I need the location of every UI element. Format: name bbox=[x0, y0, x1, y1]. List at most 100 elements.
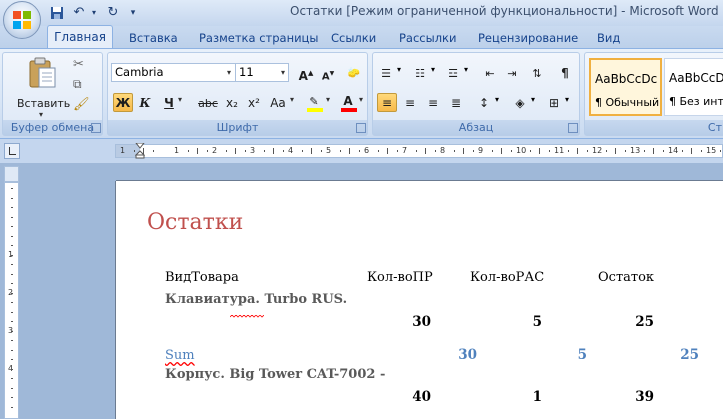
bullets-icon[interactable]: ☰ bbox=[376, 63, 396, 82]
show-formatting-button[interactable]: ¶ bbox=[555, 63, 575, 82]
style-normal[interactable]: AaBbCcDc ¶ Обычный bbox=[589, 58, 662, 116]
tab-page-layout[interactable]: Разметка страницы bbox=[199, 28, 318, 48]
tab-review[interactable]: Рецензирование bbox=[478, 28, 578, 48]
paragraph-label-text: Абзац bbox=[458, 121, 494, 134]
cut-icon[interactable]: ✂ bbox=[73, 57, 84, 72]
copy-icon[interactable]: ⧉ bbox=[73, 77, 82, 92]
bold-button[interactable]: Ж bbox=[113, 93, 133, 112]
font-family-select[interactable]: Cambria bbox=[111, 63, 237, 82]
borders-dropdown-icon[interactable]: ▾ bbox=[565, 95, 569, 104]
ruler-tick-label: 7 bbox=[402, 146, 408, 155]
ruler-tick-mark bbox=[539, 148, 540, 154]
paragraph-group-label: Абзац bbox=[373, 120, 579, 135]
multilevel-dropdown-icon[interactable]: ▾ bbox=[464, 65, 468, 74]
clipboard-label-text: Буфер обмена bbox=[10, 121, 95, 134]
font-color-button[interactable]: A bbox=[338, 91, 358, 112]
clipboard-group: Вставить ▾ ✂ ⧉ 🖌 Буфер обмена bbox=[2, 52, 103, 136]
sum-qty-in: 30 bbox=[458, 347, 477, 363]
borders-icon[interactable]: ⊞ bbox=[544, 93, 564, 112]
format-painter-icon[interactable]: 🖌 bbox=[73, 97, 90, 112]
font-label-text: Шрифт bbox=[216, 121, 259, 134]
ruler-tick-mark bbox=[586, 150, 588, 152]
font-color-dropdown-icon[interactable]: ▾ bbox=[359, 95, 363, 104]
vertical-ruler[interactable]: 1234 bbox=[4, 182, 19, 419]
numbering-dropdown-icon[interactable]: ▾ bbox=[431, 65, 435, 74]
line-spacing-icon[interactable]: ↕ bbox=[474, 93, 494, 112]
increase-indent-icon[interactable]: ⇥ bbox=[502, 63, 522, 82]
change-case-button[interactable]: Aa bbox=[266, 93, 290, 112]
indent-marker-icon[interactable] bbox=[135, 143, 145, 159]
vruler-tick-mark bbox=[11, 197, 13, 199]
tab-stop-selector[interactable] bbox=[4, 143, 20, 159]
ruler-tick-mark bbox=[301, 150, 303, 152]
shrink-font-button[interactable]: A▼ bbox=[318, 63, 338, 82]
highlight-dropdown-icon[interactable]: ▾ bbox=[326, 95, 330, 104]
ruler-tick-mark bbox=[377, 150, 379, 152]
superscript-button[interactable]: x² bbox=[244, 93, 264, 112]
font-launcher-icon[interactable] bbox=[356, 123, 366, 133]
ruler-tick-mark bbox=[349, 148, 350, 154]
numbering-icon[interactable]: ☷ bbox=[410, 63, 430, 82]
justify-icon[interactable]: ≣ bbox=[446, 93, 466, 112]
vruler-tick-mark bbox=[11, 188, 13, 189]
tab-home[interactable]: Главная bbox=[47, 25, 113, 48]
ruler-tick-mark bbox=[197, 148, 198, 154]
underline-dropdown-icon[interactable]: ▾ bbox=[178, 95, 182, 104]
qat-customize-icon[interactable]: ▾ bbox=[124, 4, 142, 22]
header-product-type: ВидТовара bbox=[165, 270, 239, 285]
vruler-tick-mark bbox=[11, 207, 13, 208]
paste-button[interactable]: Вставить ▾ bbox=[17, 57, 70, 119]
paste-label: Вставить bbox=[17, 97, 71, 110]
tab-view[interactable]: Вид bbox=[597, 28, 620, 48]
header-qty-out: Кол-воРАС bbox=[470, 270, 545, 285]
office-button[interactable] bbox=[3, 1, 41, 39]
clear-formatting-icon[interactable]: 🧽 bbox=[344, 63, 364, 82]
style-normal-preview: AaBbCcDc bbox=[595, 72, 658, 86]
ruler-tick-mark bbox=[320, 150, 322, 152]
sort-icon[interactable]: ⇅ bbox=[527, 63, 547, 82]
italic-button[interactable]: К bbox=[135, 93, 155, 112]
bullets-dropdown-icon[interactable]: ▾ bbox=[397, 65, 401, 74]
underline-button[interactable]: Ч bbox=[159, 93, 179, 112]
font-family-dropdown-icon[interactable]: ▾ bbox=[224, 64, 234, 81]
ruler-tick-mark bbox=[387, 148, 388, 154]
vruler-tick-mark bbox=[11, 226, 13, 227]
clipboard-launcher-icon[interactable] bbox=[91, 123, 101, 133]
redo-icon[interactable]: ↻ bbox=[104, 4, 122, 22]
undo-dropdown-icon[interactable]: ▾ bbox=[85, 4, 103, 22]
paste-dropdown-icon: ▾ bbox=[39, 110, 44, 119]
horizontal-ruler[interactable]: 1 1 2 3 4 5 6 7 8 9 10 11 12 13 14 15 bbox=[115, 143, 723, 159]
ruler-tick-mark bbox=[453, 150, 455, 152]
align-center-icon[interactable]: ≡ bbox=[400, 93, 420, 112]
subscript-button[interactable]: x₂ bbox=[222, 93, 242, 112]
multilevel-list-icon[interactable]: ☲ bbox=[443, 63, 463, 82]
save-icon[interactable] bbox=[48, 4, 66, 22]
grow-font-button[interactable]: A▲ bbox=[296, 63, 316, 83]
vruler-tick-mark bbox=[11, 321, 13, 322]
change-case-dropdown-icon[interactable]: ▾ bbox=[290, 95, 294, 104]
ruler-tick-mark bbox=[206, 150, 208, 152]
shading-dropdown-icon[interactable]: ▾ bbox=[531, 95, 535, 104]
paragraph-launcher-icon[interactable] bbox=[568, 123, 578, 133]
row2-qty-out: 1 bbox=[532, 389, 542, 405]
line-spacing-dropdown-icon[interactable]: ▾ bbox=[495, 95, 499, 104]
highlight-button[interactable]: ✎ bbox=[304, 91, 324, 112]
strikethrough-button[interactable]: abc bbox=[195, 93, 221, 112]
align-right-icon[interactable]: ≡ bbox=[423, 93, 443, 112]
ruler-tick-mark bbox=[463, 148, 464, 154]
report-title: Остатки bbox=[147, 210, 244, 235]
style-no-spacing[interactable]: AaBbCcDc ¶ Без инте... bbox=[664, 58, 723, 116]
ruler-tick-label: 1 bbox=[120, 146, 126, 155]
tab-references[interactable]: Ссылки bbox=[331, 28, 376, 48]
shading-icon[interactable]: ◈ bbox=[510, 93, 530, 112]
decrease-indent-icon[interactable]: ⇤ bbox=[480, 63, 500, 82]
tab-mailings[interactable]: Рассылки bbox=[399, 28, 456, 48]
tab-insert[interactable]: Вставка bbox=[129, 28, 178, 48]
spellcheck-squiggle bbox=[229, 307, 265, 318]
ruler-tick-mark bbox=[339, 150, 341, 152]
align-left-icon[interactable]: ≡ bbox=[377, 93, 397, 112]
ruler-tick-mark bbox=[615, 148, 616, 154]
vruler-tick-mark bbox=[11, 273, 13, 275]
styles-group-label: Ст bbox=[585, 120, 723, 135]
font-size-dropdown-icon[interactable]: ▾ bbox=[278, 64, 288, 81]
